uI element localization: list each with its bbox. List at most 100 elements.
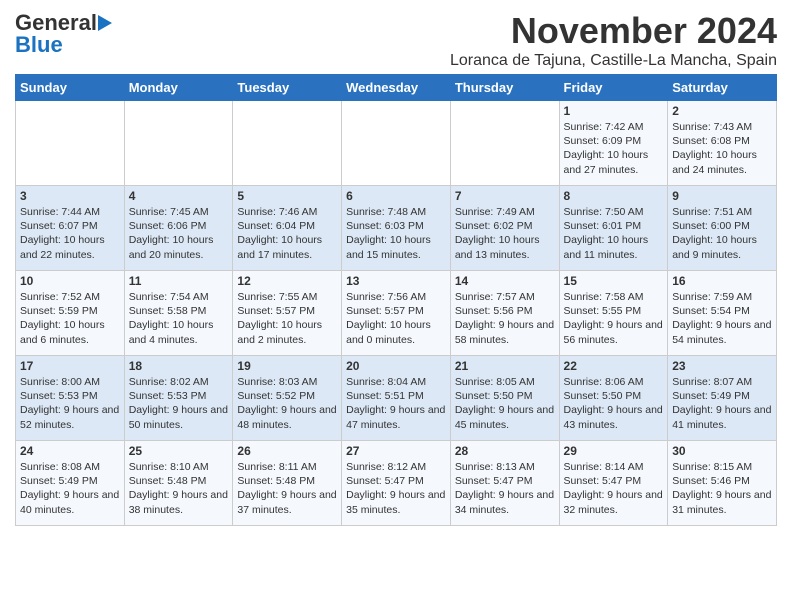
day-number: 5 — [237, 189, 337, 203]
weekday-header-monday: Monday — [124, 75, 233, 101]
calendar-cell: 20 Sunrise: 8:04 AM Sunset: 5:51 PM Dayli… — [342, 356, 451, 441]
day-info: Sunrise: 7:54 AM Sunset: 5:58 PM Dayligh… — [129, 290, 229, 347]
title-block: November 2024 Loranca de Tajuna, Castill… — [450, 10, 777, 70]
day-number: 8 — [564, 189, 664, 203]
day-number: 18 — [129, 359, 229, 373]
day-info: Sunrise: 8:04 AM Sunset: 5:51 PM Dayligh… — [346, 375, 446, 432]
day-info: Sunrise: 7:48 AM Sunset: 6:03 PM Dayligh… — [346, 205, 446, 262]
day-info: Sunrise: 8:06 AM Sunset: 5:50 PM Dayligh… — [564, 375, 664, 432]
day-info: Sunrise: 8:03 AM Sunset: 5:52 PM Dayligh… — [237, 375, 337, 432]
day-info: Sunrise: 8:07 AM Sunset: 5:49 PM Dayligh… — [672, 375, 772, 432]
weekday-header-row: SundayMondayTuesdayWednesdayThursdayFrid… — [16, 75, 777, 101]
day-number: 11 — [129, 274, 229, 288]
page-header: General Blue November 2024 Loranca de Ta… — [15, 10, 777, 70]
day-number: 6 — [346, 189, 446, 203]
logo-flag-icon — [98, 13, 116, 33]
calendar-cell: 4 Sunrise: 7:45 AM Sunset: 6:06 PM Daylig… — [124, 186, 233, 271]
day-info: Sunrise: 7:51 AM Sunset: 6:00 PM Dayligh… — [672, 205, 772, 262]
day-info: Sunrise: 7:49 AM Sunset: 6:02 PM Dayligh… — [455, 205, 555, 262]
calendar-cell: 8Sunrise: 7:50 AM Sunset: 6:01 PM Daylig… — [559, 186, 668, 271]
calendar-cell — [450, 101, 559, 186]
day-info: Sunrise: 7:52 AM Sunset: 5:59 PM Dayligh… — [20, 290, 120, 347]
day-info: Sunrise: 7:55 AM Sunset: 5:57 PM Dayligh… — [237, 290, 337, 347]
calendar-week-row: 10 Sunrise: 7:52 AM Sunset: 5:59 PM Dayli… — [16, 271, 777, 356]
day-number: 30 — [672, 444, 772, 458]
calendar-cell: 2 Sunrise: 7:43 AM Sunset: 6:08 PM Daylig… — [668, 101, 777, 186]
day-number: 17 — [20, 359, 120, 373]
calendar-week-row: 1 Sunrise: 7:42 AM Sunset: 6:09 PM Daylig… — [16, 101, 777, 186]
calendar-cell: 7 Sunrise: 7:49 AM Sunset: 6:02 PM Daylig… — [450, 186, 559, 271]
day-info: Sunrise: 8:14 AM Sunset: 5:47 PM Dayligh… — [564, 460, 664, 517]
day-number: 13 — [346, 274, 446, 288]
day-info: Sunrise: 7:56 AM Sunset: 5:57 PM Dayligh… — [346, 290, 446, 347]
day-number: 26 — [237, 444, 337, 458]
calendar-cell: 1 Sunrise: 7:42 AM Sunset: 6:09 PM Daylig… — [559, 101, 668, 186]
location-subtitle: Loranca de Tajuna, Castille-La Mancha, S… — [450, 52, 777, 70]
logo: General Blue — [15, 10, 117, 58]
day-number: 15 — [564, 274, 664, 288]
day-info: Sunrise: 7:42 AM Sunset: 6:09 PM Dayligh… — [564, 120, 664, 177]
weekday-header-tuesday: Tuesday — [233, 75, 342, 101]
calendar-cell: 12 Sunrise: 7:55 AM Sunset: 5:57 PM Dayli… — [233, 271, 342, 356]
day-info: Sunrise: 7:45 AM Sunset: 6:06 PM Dayligh… — [129, 205, 229, 262]
day-number: 3 — [20, 189, 120, 203]
weekday-header-friday: Friday — [559, 75, 668, 101]
calendar-cell: 19 Sunrise: 8:03 AM Sunset: 5:52 PM Dayli… — [233, 356, 342, 441]
calendar-cell: 6 Sunrise: 7:48 AM Sunset: 6:03 PM Daylig… — [342, 186, 451, 271]
day-number: 27 — [346, 444, 446, 458]
day-info: Sunrise: 8:02 AM Sunset: 5:53 PM Dayligh… — [129, 375, 229, 432]
calendar-cell: 10 Sunrise: 7:52 AM Sunset: 5:59 PM Dayli… — [16, 271, 125, 356]
day-number: 7 — [455, 189, 555, 203]
day-info: Sunrise: 8:00 AM Sunset: 5:53 PM Dayligh… — [20, 375, 120, 432]
day-number: 1 — [564, 104, 664, 118]
calendar-body: 1 Sunrise: 7:42 AM Sunset: 6:09 PM Daylig… — [16, 101, 777, 526]
day-info: Sunrise: 8:05 AM Sunset: 5:50 PM Dayligh… — [455, 375, 555, 432]
day-number: 14 — [455, 274, 555, 288]
day-number: 28 — [455, 444, 555, 458]
day-info: Sunrise: 8:08 AM Sunset: 5:49 PM Dayligh… — [20, 460, 120, 517]
calendar-week-row: 3 Sunrise: 7:44 AM Sunset: 6:07 PM Daylig… — [16, 186, 777, 271]
calendar-cell: 26 Sunrise: 8:11 AM Sunset: 5:48 PM Dayli… — [233, 441, 342, 526]
day-number: 4 — [129, 189, 229, 203]
day-number: 29 — [564, 444, 664, 458]
day-info: Sunrise: 8:10 AM Sunset: 5:48 PM Dayligh… — [129, 460, 229, 517]
calendar-cell: 11 Sunrise: 7:54 AM Sunset: 5:58 PM Dayli… — [124, 271, 233, 356]
day-number: 20 — [346, 359, 446, 373]
month-title: November 2024 — [450, 10, 777, 52]
day-number: 16 — [672, 274, 772, 288]
day-info: Sunrise: 7:59 AM Sunset: 5:54 PM Dayligh… — [672, 290, 772, 347]
calendar-cell: 9Sunrise: 7:51 AM Sunset: 6:00 PM Daylig… — [668, 186, 777, 271]
day-info: Sunrise: 7:57 AM Sunset: 5:56 PM Dayligh… — [455, 290, 555, 347]
weekday-header-wednesday: Wednesday — [342, 75, 451, 101]
day-info: Sunrise: 7:43 AM Sunset: 6:08 PM Dayligh… — [672, 120, 772, 177]
weekday-header-sunday: Sunday — [16, 75, 125, 101]
day-number: 2 — [672, 104, 772, 118]
day-info: Sunrise: 8:15 AM Sunset: 5:46 PM Dayligh… — [672, 460, 772, 517]
calendar-cell — [124, 101, 233, 186]
calendar-week-row: 17 Sunrise: 8:00 AM Sunset: 5:53 PM Dayli… — [16, 356, 777, 441]
day-number: 19 — [237, 359, 337, 373]
calendar-cell: 25Sunrise: 8:10 AM Sunset: 5:48 PM Dayli… — [124, 441, 233, 526]
day-number: 24 — [20, 444, 120, 458]
calendar-cell — [16, 101, 125, 186]
day-number: 12 — [237, 274, 337, 288]
day-number: 23 — [672, 359, 772, 373]
day-info: Sunrise: 8:11 AM Sunset: 5:48 PM Dayligh… — [237, 460, 337, 517]
day-info: Sunrise: 8:12 AM Sunset: 5:47 PM Dayligh… — [346, 460, 446, 517]
calendar-cell: 13 Sunrise: 7:56 AM Sunset: 5:57 PM Dayli… — [342, 271, 451, 356]
day-number: 10 — [20, 274, 120, 288]
weekday-header-thursday: Thursday — [450, 75, 559, 101]
calendar-cell — [342, 101, 451, 186]
calendar-cell: 28Sunrise: 8:13 AM Sunset: 5:47 PM Dayli… — [450, 441, 559, 526]
calendar-cell: 16 Sunrise: 7:59 AM Sunset: 5:54 PM Dayli… — [668, 271, 777, 356]
day-info: Sunrise: 7:44 AM Sunset: 6:07 PM Dayligh… — [20, 205, 120, 262]
calendar-cell: 21 Sunrise: 8:05 AM Sunset: 5:50 PM Dayli… — [450, 356, 559, 441]
calendar-table: SundayMondayTuesdayWednesdayThursdayFrid… — [15, 74, 777, 526]
calendar-cell: 24 Sunrise: 8:08 AM Sunset: 5:49 PM Dayli… — [16, 441, 125, 526]
weekday-header-saturday: Saturday — [668, 75, 777, 101]
calendar-cell: 17 Sunrise: 8:00 AM Sunset: 5:53 PM Dayli… — [16, 356, 125, 441]
day-number: 21 — [455, 359, 555, 373]
calendar-cell: 18 Sunrise: 8:02 AM Sunset: 5:53 PM Dayli… — [124, 356, 233, 441]
day-number: 22 — [564, 359, 664, 373]
calendar-cell: 14 Sunrise: 7:57 AM Sunset: 5:56 PM Dayli… — [450, 271, 559, 356]
